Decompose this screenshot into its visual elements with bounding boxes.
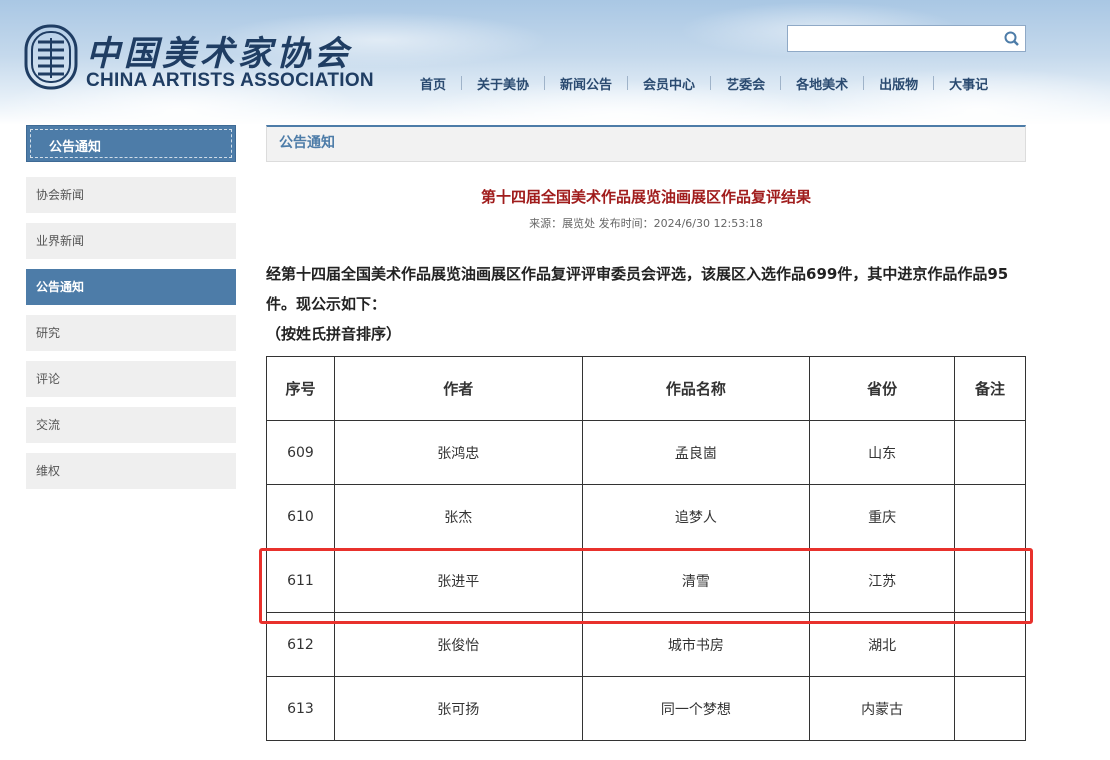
cell-work-title: 孟良崮 — [581, 420, 811, 485]
cell-work-title: 追梦人 — [581, 484, 811, 549]
site-logo[interactable]: 中国美术家协会 CHINA ARTISTS ASSOCIATION — [24, 20, 384, 96]
cell-province: 湖北 — [809, 612, 956, 677]
cell-index: 611 — [266, 548, 335, 613]
logo-english-name: CHINA ARTISTS ASSOCIATION — [86, 70, 374, 91]
association-emblem-icon — [24, 24, 78, 90]
search-input[interactable] — [787, 25, 1026, 52]
nav-news[interactable]: 新闻公告 — [545, 74, 627, 93]
header-province: 省份 — [809, 356, 956, 421]
cell-author: 张可扬 — [333, 676, 583, 741]
table-header-row: 序号 作者 作品名称 省份 备注 — [266, 356, 1026, 421]
sidebar-item-research[interactable]: 研究 — [26, 315, 236, 351]
cell-author: 张鸿忠 — [333, 420, 583, 485]
cell-remarks — [954, 548, 1026, 613]
table-row: 610 张杰 追梦人 重庆 — [266, 484, 1026, 549]
cell-author: 张进平 — [333, 548, 583, 613]
article-meta: 来源：展览处 发布时间：2024/6/30 12:53:18 — [529, 217, 763, 230]
table-row: 613 张可扬 同一个梦想 内蒙古 — [266, 676, 1026, 741]
sidebar-title-text: 公告通知 — [49, 140, 102, 155]
cell-province: 重庆 — [809, 484, 956, 549]
nav-regional[interactable]: 各地美术 — [781, 74, 863, 93]
site-header: 中国美术家协会 CHINA ARTISTS ASSOCIATION 首页 关于美… — [0, 0, 1110, 125]
nav-publications[interactable]: 出版物 — [864, 74, 933, 93]
cell-index: 609 — [266, 420, 335, 485]
nav-art-committee[interactable]: 艺委会 — [711, 74, 780, 93]
cell-remarks — [954, 676, 1026, 741]
section-title: 公告通知 — [266, 125, 1026, 162]
nav-home[interactable]: 首页 — [405, 74, 461, 93]
logo-chinese-name: 中国美术家协会 — [86, 34, 352, 74]
sidebar-item-industry-news[interactable]: 业界新闻 — [26, 223, 236, 259]
sidebar-item-reviews[interactable]: 评论 — [26, 361, 236, 397]
results-table: 序号 作者 作品名称 省份 备注 609 张鸿忠 孟良崮 山东 610 张杰 追… — [266, 356, 1026, 741]
table-row: 612 张俊怡 城市书房 湖北 — [266, 612, 1026, 677]
nav-members[interactable]: 会员中心 — [628, 74, 710, 93]
table-row-highlighted: 611 张进平 清雪 江苏 — [266, 548, 1026, 613]
cell-remarks — [954, 420, 1026, 485]
table-row: 609 张鸿忠 孟良崮 山东 — [266, 420, 1026, 485]
cell-work-title: 城市书房 — [581, 612, 811, 677]
cell-index: 612 — [266, 612, 335, 677]
cell-author: 张杰 — [333, 484, 583, 549]
article-body: 经第十四届全国美术作品展览油画展区作品复评评审委员会评选，该展区入选作品699件… — [266, 265, 1009, 313]
main-nav: 首页 关于美协 新闻公告 会员中心 艺委会 各地美术 出版物 大事记 — [405, 72, 1003, 94]
article-note: （按姓氏拼音排序） — [266, 325, 402, 343]
cell-work-title: 清雪 — [581, 548, 811, 613]
search-icon[interactable] — [1003, 30, 1021, 48]
sidebar: 公告通知 协会新闻 业界新闻 公告通知 研究 评论 交流 维权 — [26, 125, 236, 489]
cell-author: 张俊怡 — [333, 612, 583, 677]
cell-work-title: 同一个梦想 — [581, 676, 811, 741]
cell-index: 613 — [266, 676, 335, 741]
sidebar-item-rights[interactable]: 维权 — [26, 453, 236, 489]
sidebar-item-association-news[interactable]: 协会新闻 — [26, 177, 236, 213]
header-work-title: 作品名称 — [581, 356, 811, 421]
nav-events[interactable]: 大事记 — [934, 74, 1003, 93]
sidebar-item-announcements[interactable]: 公告通知 — [26, 269, 236, 305]
header-author: 作者 — [333, 356, 583, 421]
sidebar-item-exchange[interactable]: 交流 — [26, 407, 236, 443]
cell-province: 江苏 — [809, 548, 956, 613]
main-content: 公告通知 第十四届全国美术作品展览油画展区作品复评结果 来源：展览处 发布时间：… — [266, 125, 1026, 741]
header-index: 序号 — [266, 356, 335, 421]
nav-about[interactable]: 关于美协 — [462, 74, 544, 93]
cell-province: 山东 — [809, 420, 956, 485]
cell-remarks — [954, 484, 1026, 549]
article-title: 第十四届全国美术作品展览油画展区作品复评结果 — [480, 188, 811, 206]
cell-index: 610 — [266, 484, 335, 549]
header-remarks: 备注 — [954, 356, 1026, 421]
sidebar-title: 公告通知 — [26, 125, 236, 162]
cell-remarks — [954, 612, 1026, 677]
cell-province: 内蒙古 — [809, 676, 956, 741]
